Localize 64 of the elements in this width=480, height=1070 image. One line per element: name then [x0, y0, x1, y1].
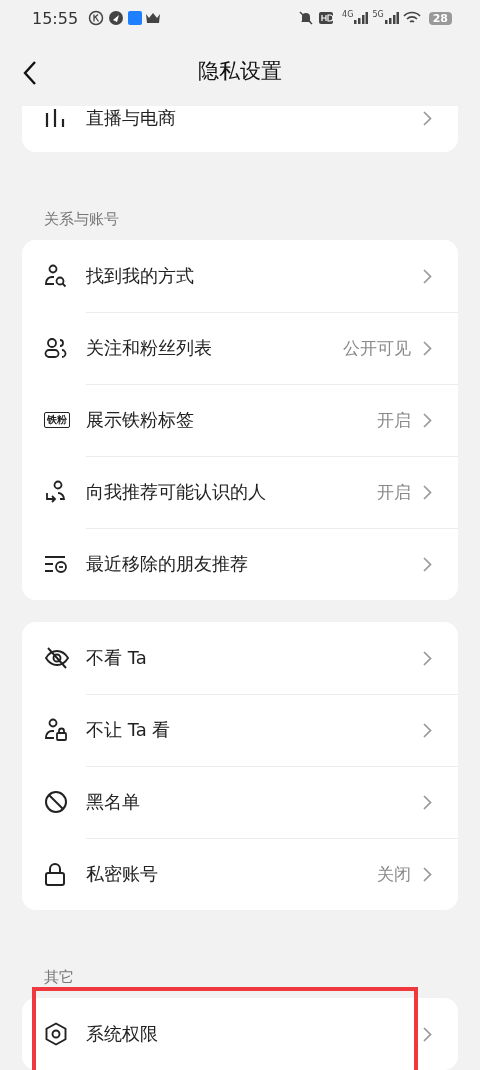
settings-row[interactable]: 私密账号 关闭 — [22, 838, 458, 910]
section-title: 其它 — [43, 967, 75, 988]
row-label: 最近移除的朋友推荐 — [86, 552, 249, 576]
compass-icon — [108, 10, 125, 26]
chevron-icon — [423, 110, 432, 126]
settings-row[interactable]: 向我推荐可能认识的人 开启 — [22, 456, 458, 528]
row-label: 不让 Ta 看 — [86, 718, 172, 742]
row-label: 关注和粉丝列表 — [86, 336, 213, 360]
row-value: 公开可见 — [343, 336, 411, 360]
list-clock-icon — [44, 554, 68, 574]
eye-off-icon — [44, 647, 70, 669]
row-label: 展示铁粉标签 — [86, 408, 195, 432]
settings-row[interactable]: 直播与电商 — [22, 106, 458, 130]
chevron-icon — [423, 412, 432, 428]
row-value: 关闭 — [377, 862, 411, 886]
chevron-icon — [423, 340, 432, 356]
chevron-icon — [423, 268, 432, 284]
status-time: 15:55 — [32, 8, 79, 28]
badge-icon: 铁粉 — [44, 412, 70, 428]
wifi-icon — [402, 11, 421, 25]
person-search-icon — [44, 264, 68, 288]
settings-row[interactable]: 黑名单 — [22, 766, 458, 838]
chevron-icon — [423, 556, 432, 572]
row-label: 向我推荐可能认识的人 — [86, 480, 267, 504]
row-label: 不看 Ta — [86, 646, 148, 670]
network-label: 4G — [342, 10, 354, 19]
chevron-icon — [423, 650, 432, 666]
settings-row[interactable]: 关注和粉丝列表 公开可见 — [22, 312, 458, 384]
signal-icon — [354, 12, 369, 24]
mute-bell-icon — [298, 10, 315, 26]
section-title: 关系与账号 — [43, 209, 120, 230]
chevron-icon — [423, 484, 432, 500]
row-label: 直播与电商 — [86, 106, 177, 130]
settings-row[interactable]: 铁粉 展示铁粉标签 开启 — [22, 384, 458, 456]
chevron-icon — [423, 722, 432, 738]
bars-icon — [44, 109, 66, 127]
settings-row[interactable]: 不看 Ta — [22, 622, 458, 694]
back-icon[interactable] — [22, 60, 38, 86]
row-value: 开启 — [377, 408, 411, 432]
row-label: 系统权限 — [86, 1022, 159, 1046]
settings-row[interactable]: 不让 Ta 看 — [22, 694, 458, 766]
row-value: 开启 — [377, 480, 411, 504]
app-square-icon — [128, 11, 143, 25]
row-label: 找到我的方式 — [86, 264, 195, 288]
settings-row[interactable]: 系统权限 — [22, 998, 458, 1070]
crown-icon — [146, 13, 161, 23]
settings-row[interactable]: 最近移除的朋友推荐 — [22, 528, 458, 600]
settings-row[interactable]: 找到我的方式 — [22, 240, 458, 312]
person-arrow-icon — [44, 480, 68, 504]
chevron-icon — [423, 794, 432, 810]
hexagon-settings-icon — [44, 1022, 68, 1046]
k-circle-icon — [88, 10, 105, 26]
block-icon — [44, 790, 68, 814]
chevron-icon — [423, 866, 432, 882]
page-title: 隐私设置 — [198, 58, 282, 85]
signal-icon — [384, 12, 399, 24]
chevron-icon — [423, 1026, 432, 1042]
row-label: 黑名单 — [86, 790, 141, 814]
battery-level: 28 — [428, 11, 452, 25]
lock-icon — [44, 862, 66, 886]
people-icon — [44, 336, 68, 360]
row-label: 私密账号 — [86, 862, 159, 886]
network-label: 5G — [372, 10, 384, 19]
person-lock-icon — [44, 718, 68, 742]
